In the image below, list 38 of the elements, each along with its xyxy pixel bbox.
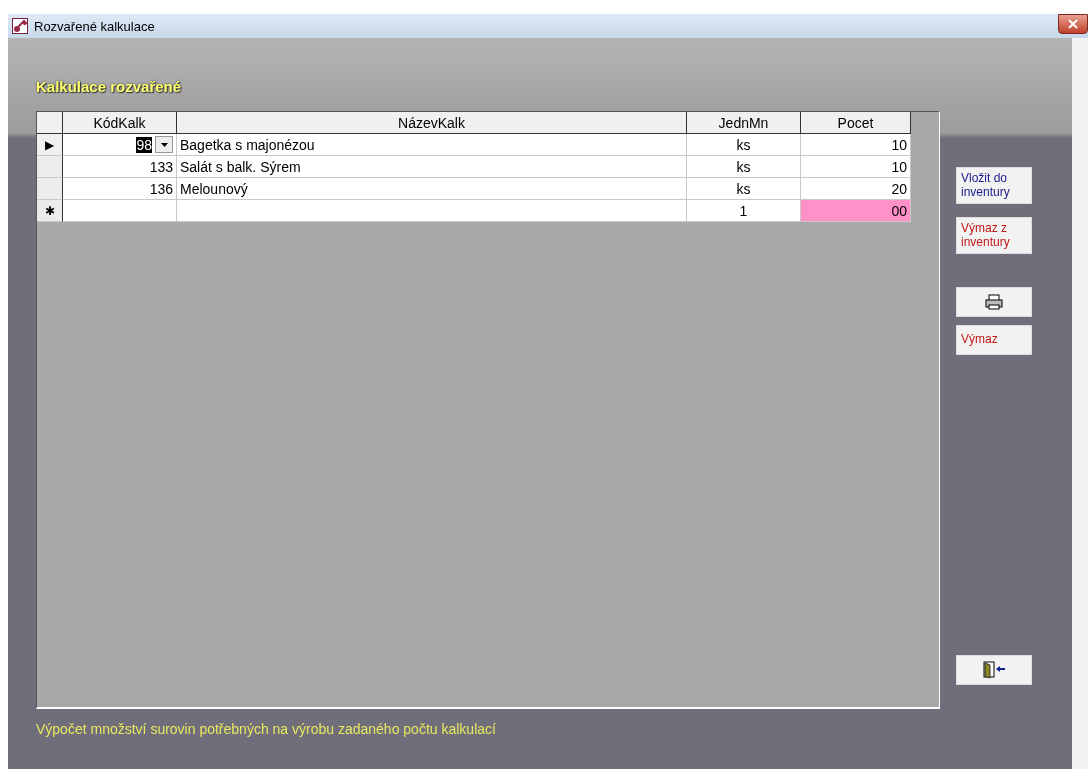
print-button[interactable] <box>956 286 1032 317</box>
table-cell: 10 <box>801 156 911 178</box>
table-cell: 98 <box>63 134 177 156</box>
exit-button[interactable] <box>956 654 1032 685</box>
caret-icon <box>160 142 168 147</box>
dropdown-button[interactable] <box>155 136 173 153</box>
action-button[interactable]: Výmaz z inventury <box>956 216 1032 254</box>
key-icon <box>12 18 28 34</box>
table-cell: ks <box>687 178 801 200</box>
column-header: Pocet <box>801 112 911 134</box>
action-button[interactable]: Výmaz <box>956 324 1032 355</box>
table-cell: 20 <box>801 178 911 200</box>
table-cell: Melounový <box>177 178 687 200</box>
column-header: JednMn <box>687 112 801 134</box>
table-cell: Bagetka s majonézou <box>177 134 687 156</box>
printer-icon <box>985 293 1003 310</box>
table-cell: 10 <box>801 134 911 156</box>
close-button[interactable] <box>1058 14 1088 34</box>
window-title: Rozvařené kalkulace <box>34 18 155 34</box>
table-cell: 136 <box>63 178 177 200</box>
table-cell: 00 <box>801 200 911 222</box>
column-header: NázevKalk <box>177 112 687 134</box>
close-icon <box>1068 19 1078 29</box>
table-cell: 1 <box>687 200 801 222</box>
record-selector[interactable] <box>37 178 63 200</box>
record-selector[interactable]: ✱ <box>37 200 63 222</box>
door-exit-icon <box>982 660 1006 679</box>
action-button[interactable]: Vložit do inventury <box>956 167 1032 204</box>
status-text: Výpočet množství surovin potřebných na výrobu zadaného počtu kalkulací <box>36 720 497 737</box>
form-heading: Kalkulace rozvařené <box>36 78 182 97</box>
table-cell: ks <box>687 134 801 156</box>
header-cell <box>37 112 63 134</box>
column-header: KódKalk <box>63 112 177 134</box>
table-cell: 133 <box>63 156 177 178</box>
record-selector[interactable] <box>37 156 63 178</box>
table-cell: Salát s balk. Sýrem <box>177 156 687 178</box>
table-cell: ks <box>687 156 801 178</box>
record-selector[interactable]: ▶ <box>37 134 63 156</box>
